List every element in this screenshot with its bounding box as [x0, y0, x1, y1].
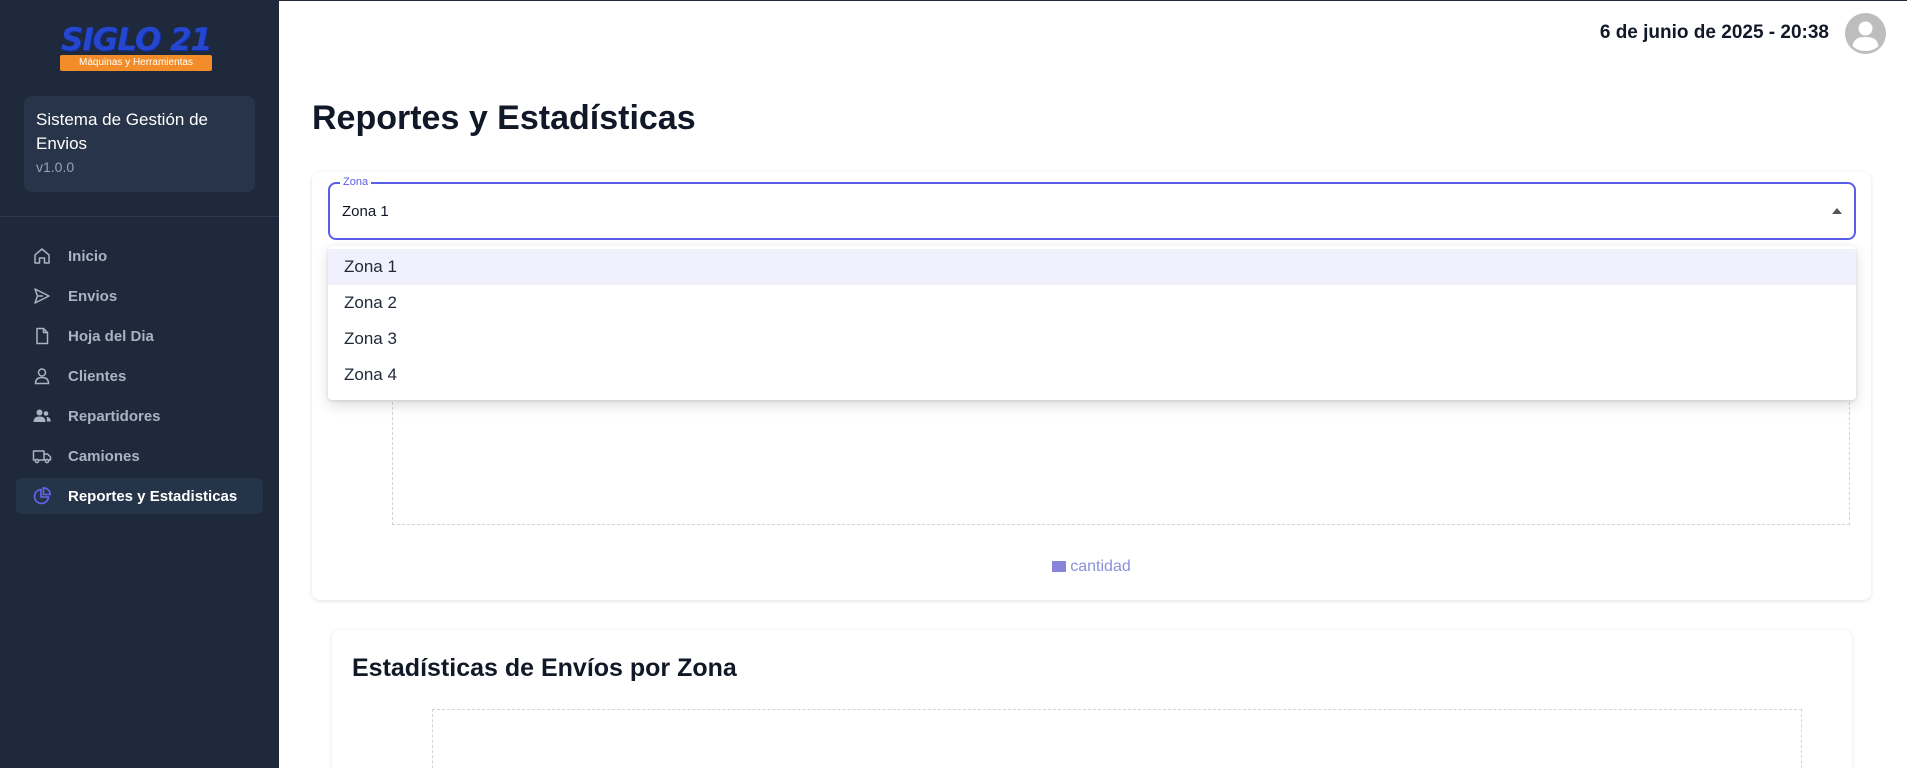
document-icon	[32, 326, 52, 346]
chart-plot-area	[392, 392, 1850, 525]
sidebar-item-clientes[interactable]: Clientes	[16, 358, 263, 394]
sidebar-item-camiones[interactable]: Camiones	[16, 438, 263, 474]
truck-icon	[32, 446, 52, 466]
zone-select[interactable]: Zona Zona 1	[328, 175, 1856, 240]
sidebar-item-reportes[interactable]: Reportes y Estadisticas	[16, 478, 263, 514]
arrow-up-icon	[1832, 208, 1842, 214]
users-icon	[32, 406, 52, 426]
header-border	[279, 0, 1907, 1]
company-logo[interactable]: SIGLO 21 Máquinas y Herramientas	[60, 24, 212, 74]
zone-option[interactable]: Zona 1	[328, 249, 1856, 285]
legend-label: cantidad	[1070, 558, 1131, 575]
sidebar-item-envios[interactable]: Envios	[16, 278, 263, 314]
zone-option[interactable]: Zona 4	[328, 357, 1856, 393]
home-icon	[32, 246, 52, 266]
zone-select-label: Zona	[340, 175, 372, 189]
sidebar-item-label: Hoja del Dia	[68, 327, 154, 345]
system-version: v1.0.0	[36, 159, 75, 175]
chart-legend[interactable]: cantidad	[312, 558, 1871, 576]
sidebar: SIGLO 21 Máquinas y Herramientas Sistema…	[0, 0, 279, 768]
logo-subtitle: Máquinas y Herramientas	[60, 55, 212, 71]
sidebar-item-hoja-del-dia[interactable]: Hoja del Dia	[16, 318, 263, 354]
header-datetime: 6 de junio de 2025 - 20:38	[1599, 22, 1829, 43]
zone-option[interactable]: Zona 2	[328, 285, 1856, 321]
sidebar-nav: Inicio Envios Hoja del Dia Clientes Repa…	[16, 238, 263, 518]
zone-select-value: Zona 1	[342, 203, 389, 220]
zone-stats-plot-area	[432, 709, 1802, 768]
pie-chart-icon	[32, 486, 52, 506]
user-avatar-icon[interactable]	[1845, 13, 1886, 54]
sidebar-item-label: Repartidores	[68, 407, 161, 425]
sidebar-item-label: Envios	[68, 287, 118, 305]
zone-option[interactable]: Zona 3	[328, 321, 1856, 357]
zone-stats-title: Estadísticas de Envíos por Zona	[352, 654, 737, 682]
page-title: Reportes y Estadísticas	[312, 99, 696, 137]
sidebar-item-label: Inicio	[68, 247, 108, 265]
sidebar-item-label: Clientes	[68, 367, 127, 385]
zone-dropdown-menu: Zona 1 Zona 2 Zona 3 Zona 4	[328, 246, 1856, 400]
send-icon	[32, 286, 52, 306]
logo-text: SIGLO 21	[60, 22, 212, 58]
user-icon	[32, 366, 52, 386]
system-title: Sistema de Gestión de Envios	[36, 110, 208, 153]
sidebar-item-label: Camiones	[68, 447, 140, 465]
system-info-card: Sistema de Gestión de Envios v1.0.0	[24, 96, 255, 192]
sidebar-divider	[0, 216, 279, 217]
sidebar-item-repartidores[interactable]: Repartidores	[16, 398, 263, 434]
legend-swatch	[1052, 561, 1067, 573]
sidebar-item-label: Reportes y Estadisticas	[68, 487, 238, 505]
sidebar-item-inicio[interactable]: Inicio	[16, 238, 263, 274]
zone-stats-card: Estadísticas de Envíos por Zona	[332, 630, 1852, 768]
